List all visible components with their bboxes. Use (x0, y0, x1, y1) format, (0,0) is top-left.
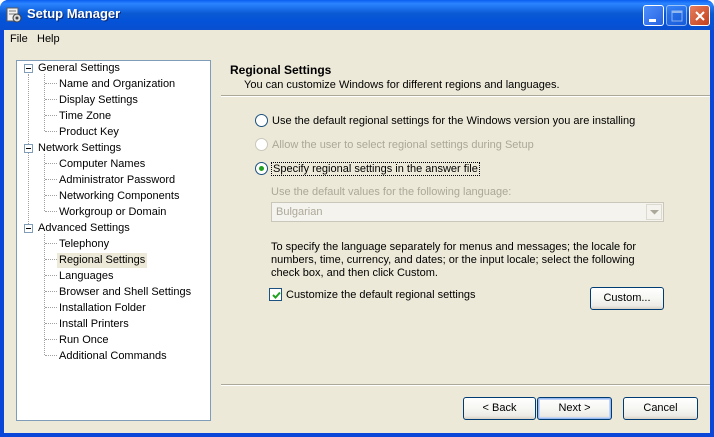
radio-user-select-label: Allow the user to select regional settin… (272, 139, 534, 151)
language-select: Bulgarian (271, 202, 664, 222)
tree-line (45, 323, 57, 324)
tree-item-computer-names[interactable]: Computer Names (57, 157, 147, 172)
tree-line (45, 211, 57, 212)
tree-line (45, 243, 57, 244)
radio-specify-label-text: Specify regional settings in the answer … (271, 162, 480, 176)
tree-line (45, 115, 57, 116)
tree-item-networking-components[interactable]: Networking Components (57, 189, 181, 204)
back-button[interactable]: < Back (463, 397, 536, 420)
tree-item-network-settings[interactable]: Network Settings (36, 141, 123, 156)
tree-item-name-and-organization[interactable]: Name and Organization (57, 77, 177, 92)
tree-item-general-settings[interactable]: General Settings (36, 61, 122, 76)
footer-divider (221, 384, 710, 386)
tree-item-additional-commands[interactable]: Additional Commands (57, 349, 169, 364)
maximize-icon (671, 10, 683, 22)
tree-line (45, 83, 57, 84)
tree-item-browser-and-shell-settings[interactable]: Browser and Shell Settings (57, 285, 193, 300)
cancel-button[interactable]: Cancel (623, 397, 698, 420)
chevron-down-icon (650, 210, 659, 215)
header-divider (221, 95, 710, 97)
tree-line (45, 275, 57, 276)
tree-line (45, 339, 57, 340)
radio-selected-dot (259, 166, 264, 171)
radio-specify-answer-file[interactable] (255, 162, 268, 175)
tree-item-workgroup-or-domain[interactable]: Workgroup or Domain (57, 205, 168, 220)
tree-item-regional-settings[interactable]: Regional Settings (57, 253, 148, 268)
language-select-value: Bulgarian (276, 206, 323, 218)
customize-checkbox-label[interactable]: Customize the default regional settings (286, 289, 476, 301)
close-icon (695, 11, 705, 21)
collapse-toggle-network[interactable] (24, 144, 33, 153)
settings-tree: General Settings Name and Organization D… (16, 60, 211, 421)
window-title: Setup Manager (27, 6, 121, 21)
tree-item-administrator-password[interactable]: Administrator Password (57, 173, 177, 188)
tree-item-product-key[interactable]: Product Key (57, 125, 121, 140)
collapse-toggle-general[interactable] (24, 64, 33, 73)
tree-line (45, 131, 57, 132)
tree-item-install-printers[interactable]: Install Printers (57, 317, 131, 332)
close-button[interactable] (689, 5, 710, 26)
tree-line (45, 259, 57, 260)
tree-line (45, 307, 57, 308)
client-area: File Help General Settings Name and Orga… (4, 30, 710, 433)
tree-item-time-zone[interactable]: Time Zone (57, 109, 113, 124)
minimize-icon (649, 19, 656, 22)
collapse-toggle-advanced[interactable] (24, 224, 33, 233)
setup-manager-window: Setup Manager File Help General Settings… (0, 0, 714, 437)
custom-button[interactable]: Custom... (590, 287, 664, 310)
tree-item-languages[interactable]: Languages (57, 269, 115, 284)
menu-file[interactable]: File (6, 32, 32, 46)
customize-checkbox[interactable] (269, 288, 282, 301)
next-button[interactable]: Next > (537, 397, 612, 420)
radio-specify-answer-file-label[interactable]: Specify regional settings in the answer … (271, 162, 480, 176)
tree-line (45, 179, 57, 180)
menu-bar: File Help (4, 30, 710, 48)
tree-item-installation-folder[interactable]: Installation Folder (57, 301, 148, 316)
tree-line (44, 234, 45, 355)
page-title: Regional Settings (230, 63, 332, 77)
tree-line (45, 355, 57, 356)
tree-line (45, 291, 57, 292)
title-bar[interactable]: Setup Manager (0, 0, 714, 30)
language-label: Use the default values for the following… (271, 186, 512, 198)
tree-item-advanced-settings[interactable]: Advanced Settings (36, 221, 132, 236)
maximize-button[interactable] (666, 5, 687, 26)
language-select-dropdown (646, 204, 662, 220)
tree-line (45, 163, 57, 164)
minimize-button[interactable] (643, 5, 664, 26)
radio-user-select (255, 138, 268, 151)
radio-default-regional-label[interactable]: Use the default regional settings for th… (272, 115, 635, 127)
tree-line (45, 99, 57, 100)
radio-default-regional[interactable] (255, 114, 268, 127)
menu-help[interactable]: Help (33, 32, 64, 46)
page-subtitle: You can customize Windows for different … (244, 79, 560, 91)
checkmark-icon (272, 291, 281, 299)
tree-item-telephony[interactable]: Telephony (57, 237, 111, 252)
tree-item-display-settings[interactable]: Display Settings (57, 93, 140, 108)
setup-manager-app-icon (6, 7, 22, 23)
custom-instructions: To specify the language separately for m… (271, 241, 637, 279)
tree-item-run-once[interactable]: Run Once (57, 333, 111, 348)
tree-line (45, 195, 57, 196)
